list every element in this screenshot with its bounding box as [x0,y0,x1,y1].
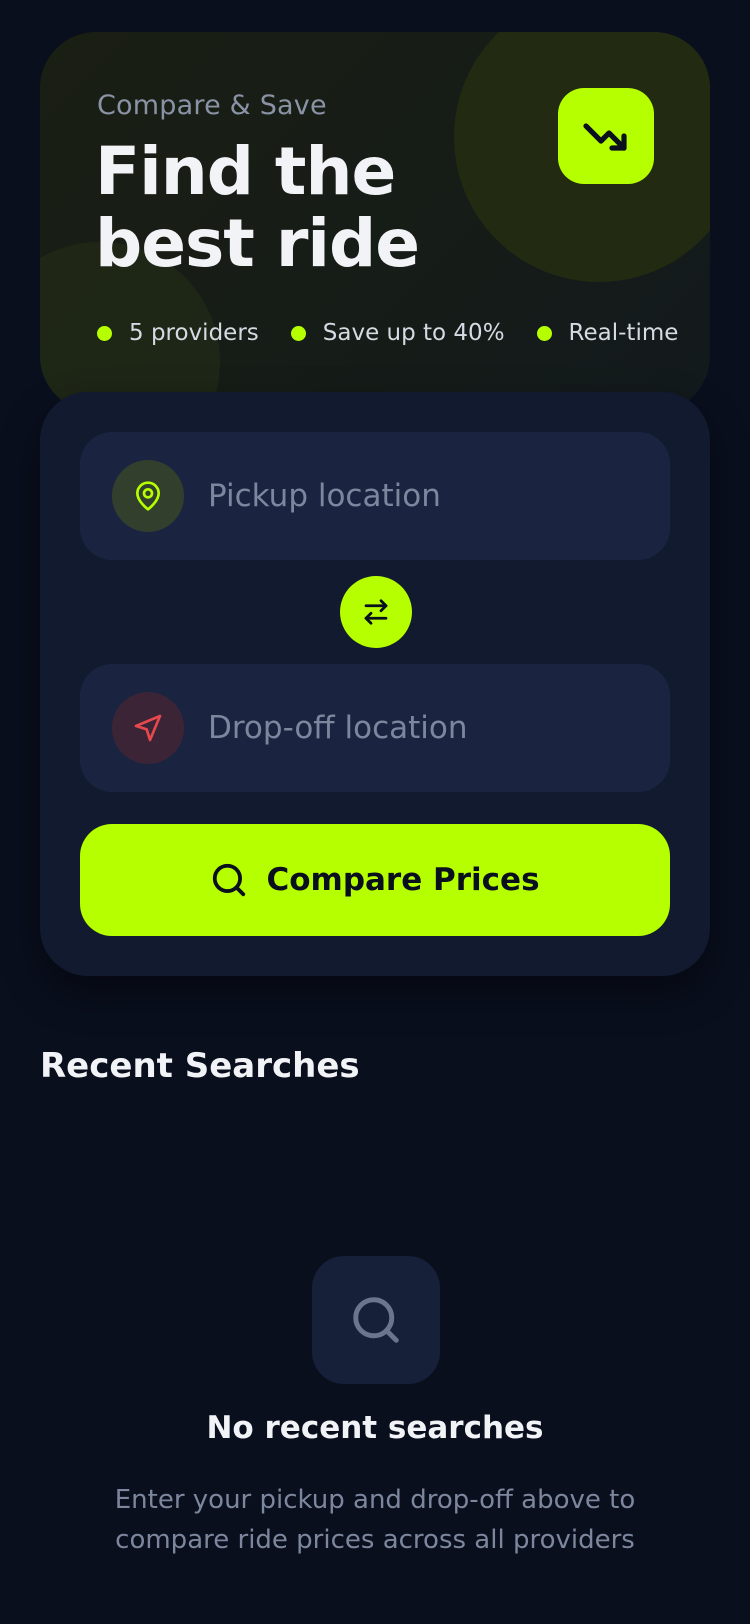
pickup-field[interactable] [80,432,670,560]
search-icon [353,1297,399,1343]
dropoff-icon-wrap [112,692,184,764]
hero-badge [558,88,654,184]
compare-prices-button[interactable]: Compare Prices [80,824,670,936]
swap-locations-button[interactable] [340,576,412,648]
compare-prices-label: Compare Prices [266,862,540,898]
search-icon [213,863,246,897]
search-card: Compare Prices [40,392,710,976]
empty-desc-line2: compare ride prices across all providers [115,1525,635,1555]
empty-desc-line1: Enter your pickup and drop-off above to [114,1485,636,1515]
pickup-input[interactable] [208,478,648,514]
feature-dot [97,325,112,341]
hero-card: Compare & Save Find the best ride 5 prov… [40,32,710,412]
recent-searches-title: Recent Searches [40,1046,360,1086]
dropoff-input[interactable] [208,710,648,746]
feature-label: 5 providers [129,320,259,346]
feature-providers: 5 providers [97,320,259,346]
empty-state-description: Enter your pickup and drop-off above to … [75,1480,675,1560]
feature-dot [290,325,306,341]
feature-realtime: Real-time [536,320,679,346]
map-pin-icon [136,481,160,511]
feature-label: Real-time [568,320,679,346]
feature-savings: Save up to 40% [290,320,505,346]
dropoff-field[interactable] [80,664,670,792]
navigation-arrow-icon [134,714,162,742]
hero-title: Find the best ride [95,133,420,282]
hero-eyebrow: Compare & Save [97,90,327,121]
hero-title-line1: Find the [95,133,396,210]
empty-state-title: No recent searches [206,1410,544,1446]
trending-down-icon [583,123,627,151]
page: Compare & Save Find the best ride 5 prov… [0,0,750,1624]
pickup-icon-wrap [112,460,184,532]
feature-dot [536,325,552,341]
hero-features: 5 providers Save up to 40% Real-time [97,320,678,346]
swap-arrows-icon [364,599,388,625]
feature-label: Save up to 40% [322,320,505,346]
hero-title-line2: best ride [95,205,420,282]
empty-state-icon-box [312,1256,440,1384]
